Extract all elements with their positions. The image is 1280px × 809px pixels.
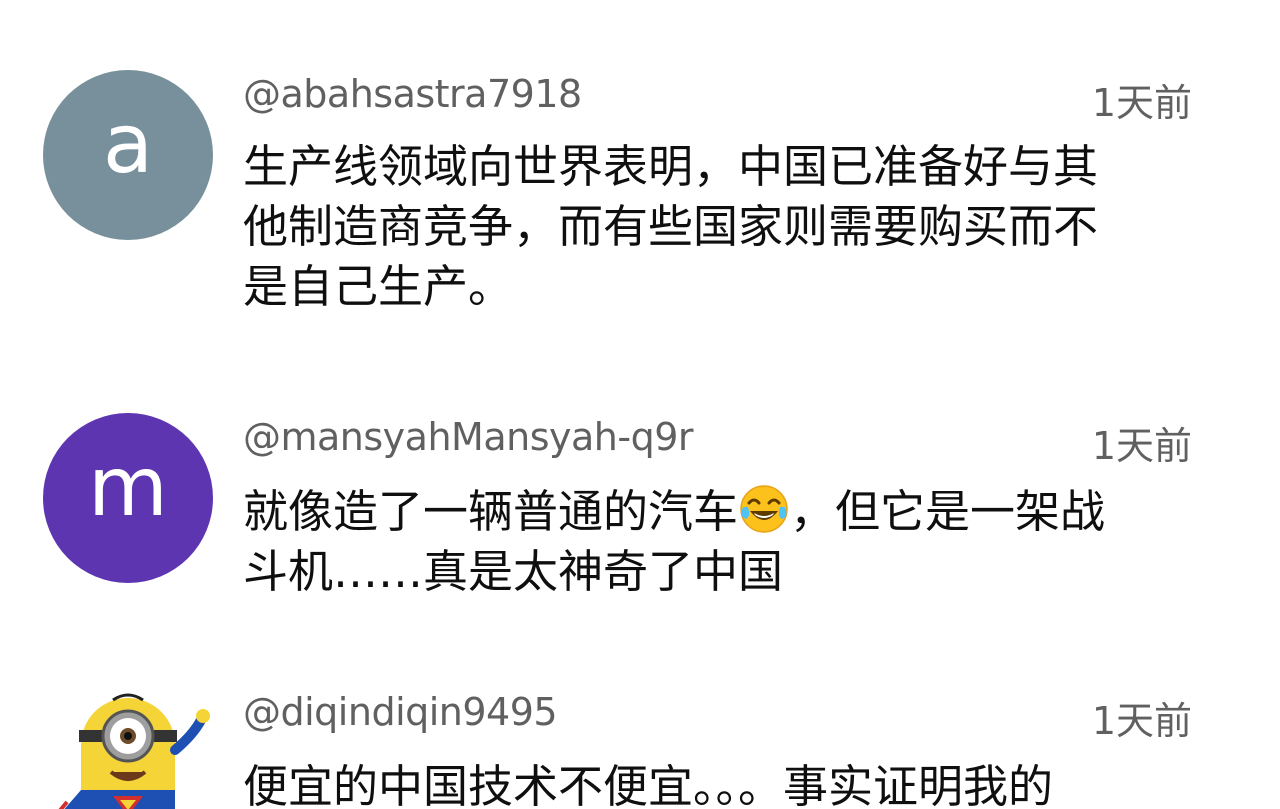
comment-author-handle[interactable]: @mansyahMansyah-q9r (243, 415, 694, 459)
face-with-tears-of-joy-icon (740, 485, 788, 533)
minion-superman-avatar-icon[interactable] (43, 690, 213, 809)
comment-text-part: 就像造了一辆普通的汽车 (243, 485, 739, 538)
avatar-letter: a (102, 97, 154, 192)
comment-author-handle[interactable]: @diqindiqin9495 (243, 690, 558, 734)
avatar-letter: m (88, 440, 168, 535)
avatar[interactable]: m (43, 413, 213, 583)
comment-text: 便宜的中国技术不便宜。。。事实证明我的 (243, 760, 1054, 809)
comment-author-handle[interactable]: @abahsastra7918 (243, 72, 582, 116)
comment-text: 就像造了一辆普通的汽车 ，但它是一架战 斗机……真是太神奇了中国 (243, 482, 1203, 602)
avatar[interactable]: a (43, 70, 213, 240)
comment-timestamp: 1天前 (1091, 81, 1192, 125)
comment-timestamp: 1天前 (1091, 424, 1192, 468)
comment-list: a @abahsastra7918 1天前 生产线领域向世界表明，中国已准备好与… (0, 0, 1280, 809)
comment-text: 生产线领域向世界表明，中国已准备好与其 他制造商竞争，而有些国家则需要购买而不 … (243, 140, 1099, 313)
comment-timestamp: 1天前 (1091, 699, 1192, 743)
